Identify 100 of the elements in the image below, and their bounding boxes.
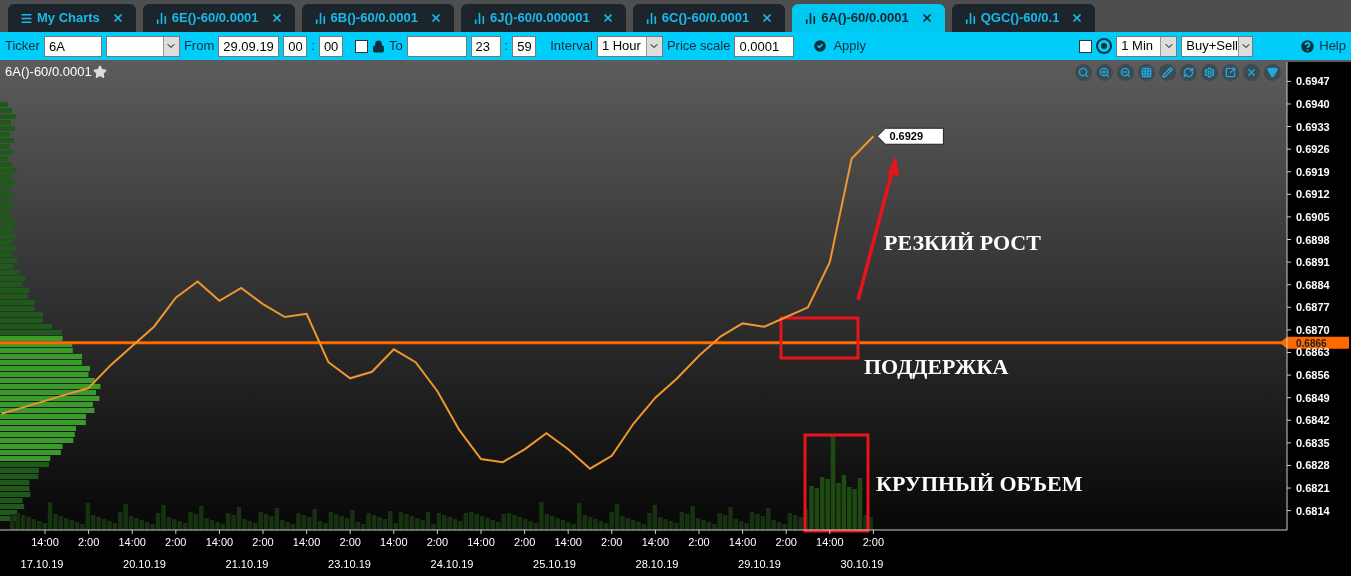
chart-tab[interactable]: 6J()-60/0.000001 [461, 4, 626, 32]
pencil-icon [1162, 67, 1173, 78]
x-tick-label: 2:00 [513, 536, 536, 548]
search-button[interactable] [1075, 64, 1092, 81]
tab-label: My Charts [37, 9, 100, 28]
chart-tab[interactable]: 6E()-60/0.0001 [142, 4, 295, 32]
dropdown[interactable] [105, 35, 180, 57]
x-axis-label: 2:00 [252, 529, 274, 548]
y-tick-label: 0.6814 [1296, 504, 1331, 517]
x-tick-label: 2:00 [426, 536, 449, 548]
tab-label: 6C()-60/0.0001 [661, 9, 750, 28]
close-icon[interactable] [111, 12, 124, 24]
expand-button[interactable] [1222, 64, 1239, 81]
close-icon [1246, 67, 1257, 78]
y-axis-label: 0.6940 [1286, 97, 1330, 110]
y-tick-label: 0.6940 [1296, 97, 1330, 110]
date-field[interactable]: 29.09.19 [218, 35, 280, 57]
dropdown[interactable]: 1 Hour [596, 35, 663, 57]
date-label: 23.10.19 [328, 558, 371, 570]
y-axis-label: 0.6877 [1286, 301, 1330, 314]
refresh-icon [1183, 67, 1194, 78]
zoom-in-icon [1099, 67, 1110, 78]
lock-icon [371, 39, 385, 53]
hour-field[interactable]: 23 [470, 35, 501, 57]
y-axis-label: 0.6912 [1286, 188, 1330, 201]
zoom-out-button[interactable] [1117, 64, 1134, 81]
y-tick-label: 0.6842 [1296, 414, 1330, 427]
help-button[interactable]: Help [1299, 36, 1346, 56]
y-tick-label: 0.6821 [1296, 482, 1330, 495]
x-tick-label: 14:00 [554, 536, 582, 548]
y-axis-label: 0.6891 [1286, 256, 1330, 269]
close-icon[interactable] [920, 12, 933, 24]
field-label: To [388, 37, 403, 56]
y-axis-label: 0.6884 [1286, 278, 1330, 291]
date-label: 21.10.19 [225, 558, 269, 570]
y-tick-label: 0.6856 [1296, 369, 1330, 382]
refresh-button[interactable] [1180, 64, 1197, 81]
x-axis-label: 14:00 [205, 529, 234, 548]
annotation-label: КРУПНЫЙ ОБЪЕМ [876, 470, 1083, 498]
bar-chart-icon [154, 11, 168, 25]
y-axis-label: 0.6856 [1286, 369, 1330, 382]
date-label: 30.10.19 [840, 558, 884, 570]
grid-button[interactable] [1138, 64, 1155, 81]
x-tick-label: 14:00 [118, 536, 146, 548]
grid-icon [1141, 67, 1152, 78]
bar-chart-icon [644, 11, 658, 25]
apply-button[interactable]: Apply [812, 36, 866, 56]
close-icon[interactable] [1071, 12, 1084, 24]
close-icon[interactable] [430, 12, 443, 24]
x-tick-label: 14:00 [380, 536, 408, 548]
settings-button[interactable] [1201, 64, 1218, 81]
ticker-field[interactable]: 6A [43, 35, 102, 57]
star-icon[interactable] [92, 64, 107, 79]
pencil-button[interactable] [1159, 64, 1176, 81]
price-scale-field[interactable]: 0.0001 [734, 35, 795, 57]
close-button[interactable] [1243, 64, 1260, 81]
field-label: From [183, 37, 215, 56]
auto-icon [1096, 38, 1113, 54]
triangle-button[interactable] [1264, 64, 1281, 81]
annotation-label: РЕЗКИЙ РОСТ [884, 229, 1041, 257]
date-field[interactable] [406, 35, 467, 57]
y-axis-label: 0.6828 [1286, 459, 1330, 472]
search-icon [1078, 67, 1089, 78]
y-tick-label: 0.6835 [1296, 436, 1330, 449]
y-axis-label: 0.6926 [1286, 143, 1330, 156]
x-tick-label: 14:00 [728, 536, 757, 548]
x-axis-label: 14:00 [641, 529, 670, 548]
close-icon[interactable] [270, 12, 283, 24]
zoom-in-button[interactable] [1096, 64, 1113, 81]
close-icon[interactable] [601, 12, 614, 24]
x-axis-label: 2:00 [688, 529, 710, 548]
y-axis-label: 0.6842 [1286, 414, 1330, 427]
y-axis-label: 0.6863 [1286, 346, 1330, 359]
chart-tab[interactable]: 6A()-60/0.0001 [792, 4, 945, 32]
y-tick-label: 0.6863 [1296, 346, 1330, 359]
y-tick-label: 0.6905 [1296, 210, 1330, 223]
chart-tab[interactable]: My Charts [8, 4, 136, 32]
minute-field[interactable]: 59 [512, 35, 537, 57]
dropdown[interactable]: Buy+Sell [1181, 35, 1254, 57]
close-icon[interactable] [761, 12, 774, 24]
dropdown[interactable]: 1 Min [1116, 35, 1178, 57]
y-axis-label: 0.6919 [1286, 165, 1330, 178]
y-axis-label: 0.6849 [1286, 391, 1330, 404]
tab-label: 6J()-60/0.000001 [490, 9, 590, 28]
settings-icon [1204, 67, 1215, 78]
x-tick-label: 14:00 [292, 536, 321, 548]
field-label: Price scale [666, 37, 731, 56]
x-axis-label: 2:00 [862, 529, 885, 548]
checkbox[interactable] [354, 39, 368, 53]
y-tick-label: 0.6870 [1296, 323, 1330, 336]
x-axis-label: 14:00 [554, 529, 582, 548]
hour-field[interactable]: 00 [283, 35, 308, 57]
minute-field[interactable]: 00 [318, 35, 343, 57]
x-axis-label: 14:00 [118, 529, 146, 548]
chart-tab[interactable]: 6B()-60/0.0001 [301, 4, 455, 32]
date-label: 24.10.19 [430, 558, 474, 570]
chart-tab[interactable]: QGC()-60/0.1 [951, 4, 1096, 32]
date-label: 25.10.19 [533, 558, 576, 570]
chart-tab[interactable]: 6C()-60/0.0001 [632, 4, 786, 32]
checkbox[interactable] [1079, 39, 1093, 53]
